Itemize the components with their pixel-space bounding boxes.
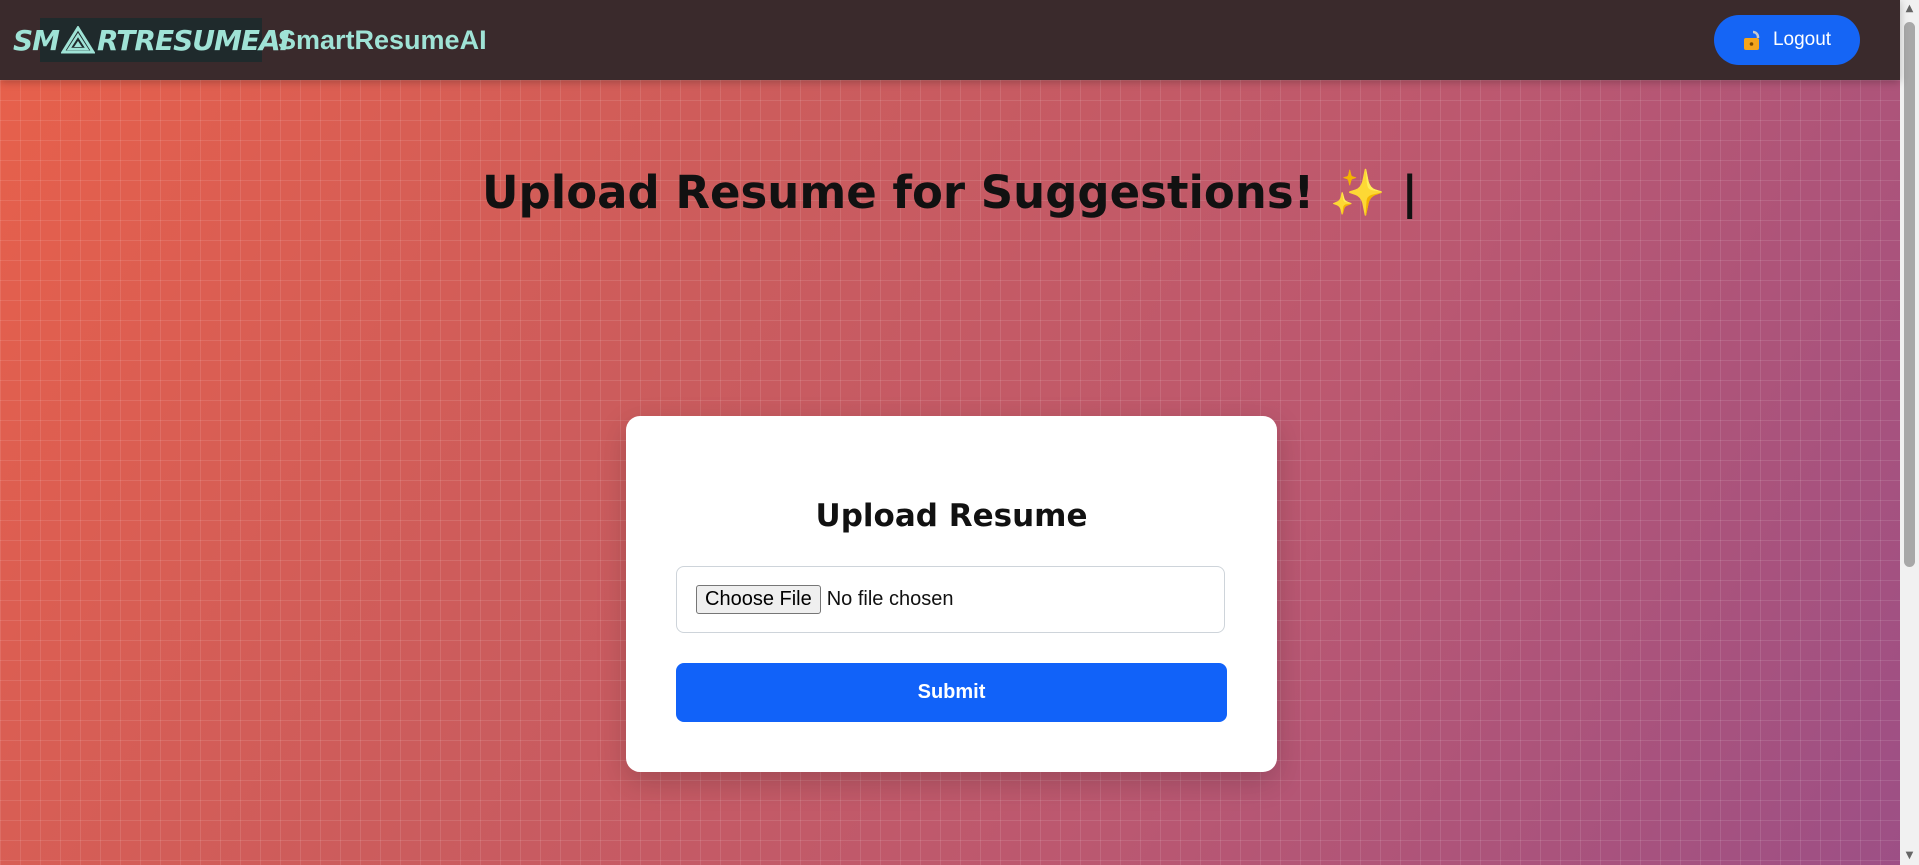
- page-title: Upload Resume for Suggestions! ✨ |: [0, 166, 1900, 219]
- scroll-down-icon[interactable]: ▼: [1904, 850, 1915, 862]
- card-title: Upload Resume: [815, 498, 1088, 534]
- page-title-text: Upload Resume for Suggestions!: [482, 166, 1315, 219]
- file-input[interactable]: Choose File No file chosen: [676, 566, 1225, 633]
- brand[interactable]: SM RTRESUMEAI SmartResumeAI: [13, 18, 487, 62]
- scroll-thumb[interactable]: [1904, 22, 1915, 567]
- file-status: No file chosen: [826, 588, 954, 610]
- submit-button[interactable]: Submit: [676, 663, 1227, 722]
- scrollbar[interactable]: ▲ ▼: [1900, 0, 1919, 865]
- triangle-logo-icon: [60, 25, 96, 54]
- logo-text-right: RTRESUMEAI: [96, 23, 290, 57]
- logo[interactable]: SM RTRESUMEAI: [13, 18, 290, 62]
- scroll-up-icon[interactable]: ▲: [1904, 3, 1915, 15]
- choose-file-button[interactable]: Choose File: [696, 585, 821, 614]
- unlock-icon: [1743, 30, 1760, 50]
- brand-name[interactable]: SmartResumeAI: [278, 25, 487, 56]
- sparkle-icon: ✨: [1329, 166, 1386, 219]
- upload-card: Upload Resume Choose File No file chosen…: [626, 416, 1277, 772]
- navbar: SM RTRESUMEAI SmartResumeAI Logout: [0, 0, 1900, 80]
- logout-button[interactable]: Logout: [1714, 15, 1860, 65]
- typing-cursor: |: [1401, 166, 1418, 219]
- logo-text-left: SM: [12, 23, 60, 57]
- logout-label: Logout: [1772, 29, 1832, 50]
